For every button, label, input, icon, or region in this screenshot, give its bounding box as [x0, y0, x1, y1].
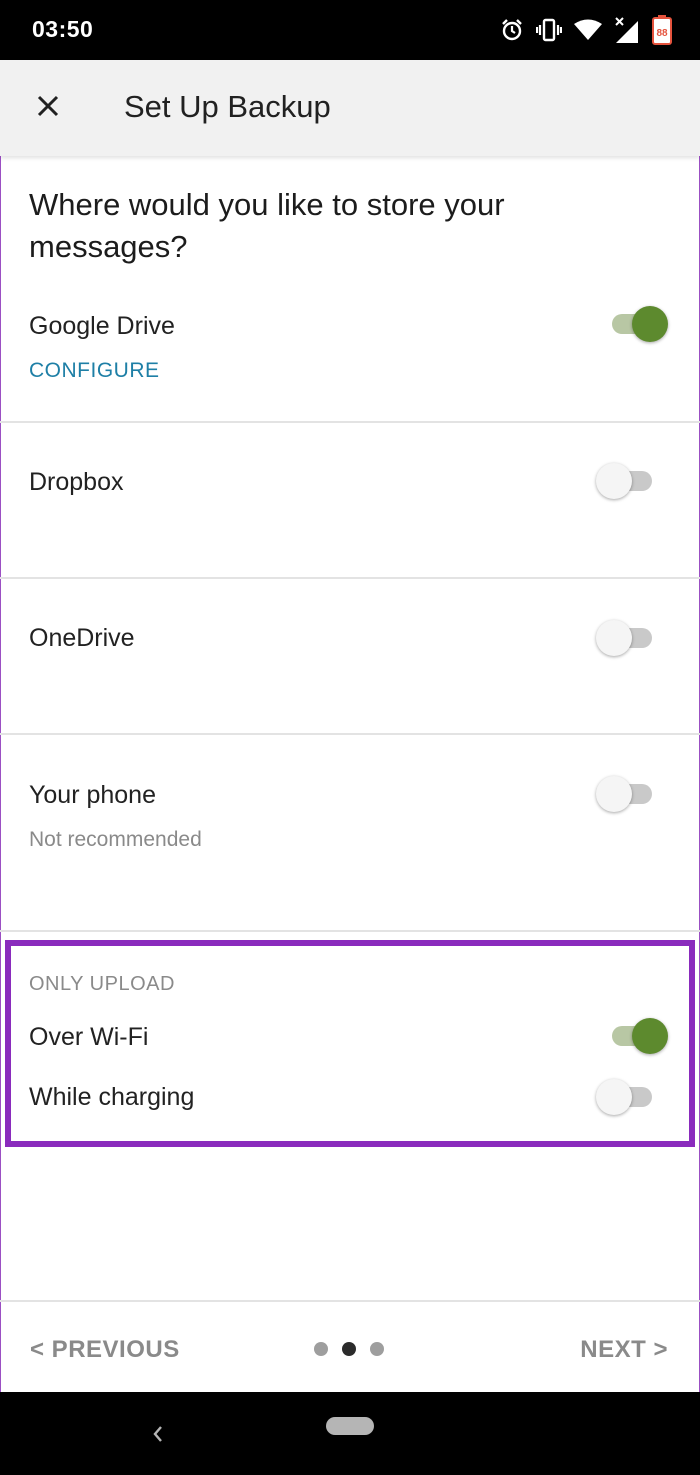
vibrate-icon	[536, 18, 562, 42]
divider	[0, 421, 700, 423]
page-title: Set Up Backup	[124, 89, 331, 124]
toggle-knob	[596, 463, 632, 499]
page-dot-active	[342, 1342, 356, 1356]
divider	[0, 930, 700, 932]
divider	[0, 577, 700, 579]
while-charging-toggle[interactable]	[596, 1079, 654, 1115]
page-indicator	[314, 1342, 384, 1356]
previous-button[interactable]: < PREVIOUS	[30, 1336, 180, 1364]
wizard-navigation: < PREVIOUS NEXT >	[0, 1300, 700, 1392]
divider	[0, 733, 700, 735]
signal-icon	[614, 16, 640, 44]
page-dot	[314, 1342, 328, 1356]
onedrive-label: OneDrive	[29, 624, 135, 652]
next-button[interactable]: NEXT >	[580, 1336, 668, 1364]
your-phone-label: Your phone	[29, 781, 156, 809]
status-bar: 03:50 88	[0, 0, 700, 60]
over-wifi-toggle[interactable]	[610, 1018, 668, 1054]
toggle-knob	[632, 1018, 668, 1054]
only-upload-heading: ONLY UPLOAD	[29, 973, 175, 995]
alarm-icon	[500, 18, 524, 42]
onedrive-toggle[interactable]	[596, 620, 654, 656]
over-wifi-label: Over Wi-Fi	[29, 1023, 149, 1051]
toggle-knob	[596, 1079, 632, 1115]
backup-question: Where would you like to store your messa…	[29, 187, 505, 264]
while-charging-label: While charging	[29, 1083, 195, 1111]
wifi-icon	[574, 19, 602, 41]
close-button[interactable]	[24, 84, 72, 132]
toggle-knob	[632, 306, 668, 342]
toggle-knob	[596, 776, 632, 812]
app-bar: Set Up Backup	[0, 60, 700, 156]
battery-level: 88	[656, 28, 668, 39]
battery-icon: 88	[652, 15, 672, 45]
back-icon[interactable]	[146, 1420, 170, 1448]
status-time: 03:50	[32, 16, 94, 42]
google-drive-toggle[interactable]	[610, 306, 668, 342]
home-pill[interactable]	[326, 1417, 374, 1435]
dropbox-toggle[interactable]	[596, 463, 654, 499]
dropbox-label: Dropbox	[29, 468, 124, 496]
status-icons: 88	[500, 14, 672, 46]
your-phone-subtitle: Not recommended	[29, 828, 202, 851]
google-drive-label: Google Drive	[29, 312, 175, 340]
toggle-knob	[596, 620, 632, 656]
your-phone-toggle[interactable]	[596, 776, 654, 812]
close-icon	[36, 94, 60, 123]
page-dot	[370, 1342, 384, 1356]
configure-link[interactable]: CONFIGURE	[29, 359, 160, 383]
system-nav-bar	[0, 1392, 700, 1475]
